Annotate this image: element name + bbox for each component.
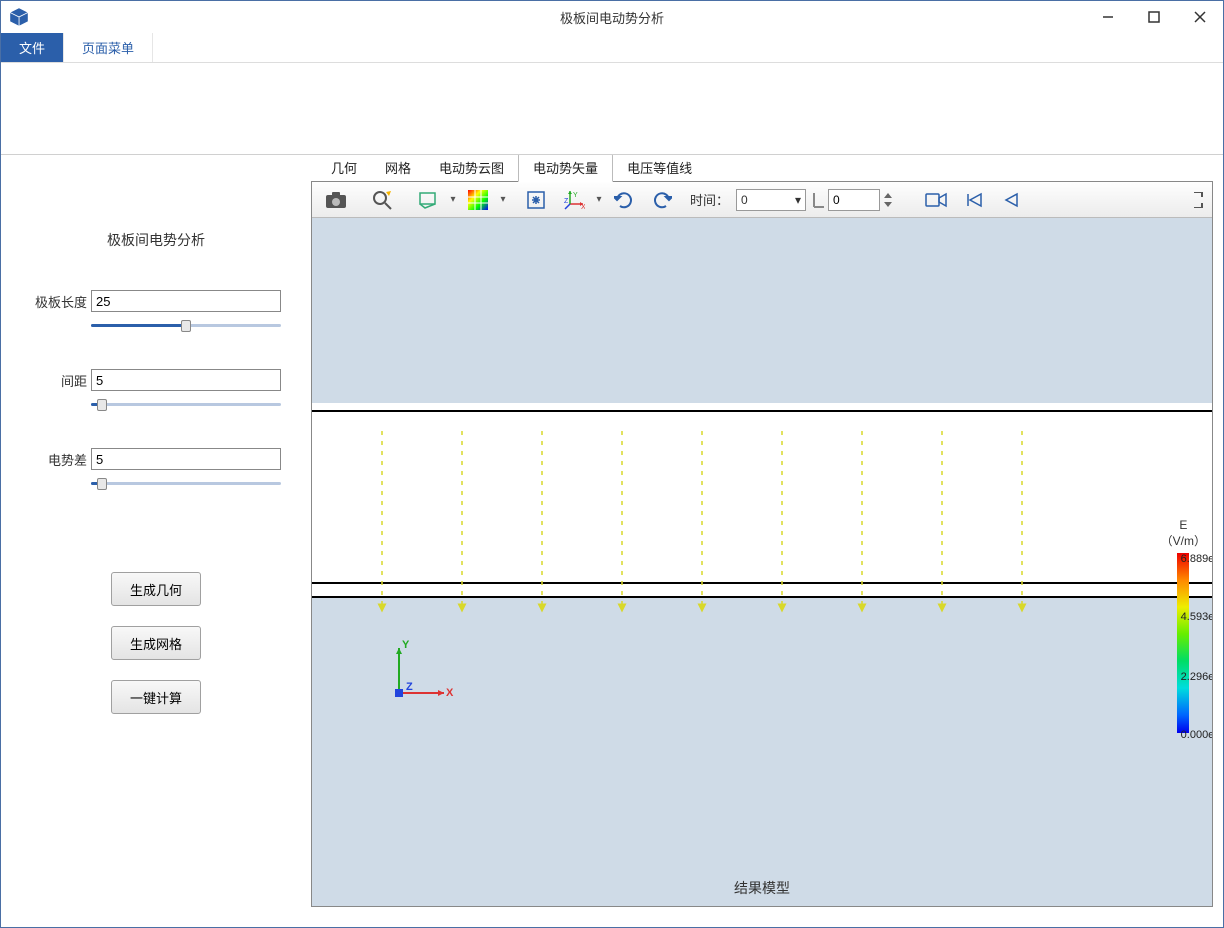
colorbar bbox=[1177, 553, 1189, 733]
param-plate-length: 极板长度 bbox=[31, 290, 281, 334]
gap-input[interactable] bbox=[91, 369, 281, 391]
spinner-icon[interactable] bbox=[882, 189, 894, 211]
chevron-down-icon[interactable]: ▾ bbox=[594, 194, 604, 205]
result-tabs: 几何 网格 电动势云图 电动势矢量 电压等值线 bbox=[311, 155, 1223, 181]
rotate-cw-button[interactable] bbox=[606, 185, 642, 215]
first-frame-button[interactable] bbox=[956, 185, 992, 215]
top-plate bbox=[312, 410, 1212, 412]
legend-tick-2: 2.296e+02 bbox=[1181, 671, 1212, 683]
tab-mesh[interactable]: 网格 bbox=[371, 155, 425, 181]
result-label: 结果模型 bbox=[734, 878, 790, 898]
zoom-button[interactable] bbox=[364, 185, 400, 215]
app-icon bbox=[7, 5, 31, 29]
titlebar: 极板间电动势分析 bbox=[1, 1, 1223, 33]
main-area: 几何 网格 电动势云图 电动势矢量 电压等值线 bbox=[311, 155, 1223, 927]
svg-text:Y: Y bbox=[573, 192, 578, 199]
ribbon-area bbox=[1, 63, 1223, 155]
upper-region bbox=[312, 218, 1212, 403]
window-buttons bbox=[1085, 1, 1223, 33]
viewer-toolbar: ▾ ▾ YX Z ▾ bbox=[312, 182, 1212, 218]
tab-geometry[interactable]: 几何 bbox=[317, 155, 371, 181]
sidebar-title: 极板间电势分析 bbox=[31, 230, 281, 250]
menubar: 文件 页面菜单 bbox=[1, 33, 1223, 63]
colormap-button[interactable] bbox=[460, 185, 496, 215]
app-window: 极板间电动势分析 文件 页面菜单 极板间电势分析 极板长度 bbox=[0, 0, 1224, 928]
fit-view-button[interactable] bbox=[518, 185, 554, 215]
legend-title-2: （V/m） bbox=[1161, 532, 1206, 549]
result-canvas[interactable]: X Y Z E （V/m） 6.889e+02 bbox=[312, 218, 1212, 906]
window-title: 极板间电动势分析 bbox=[560, 8, 664, 27]
plate-length-slider[interactable] bbox=[91, 318, 281, 334]
svg-text:X: X bbox=[446, 687, 454, 699]
svg-text:Y: Y bbox=[402, 639, 410, 651]
generate-mesh-button[interactable]: 生成网格 bbox=[111, 626, 201, 660]
gap-slider[interactable] bbox=[91, 397, 281, 413]
expand-icon[interactable] bbox=[1192, 185, 1206, 215]
potential-input[interactable] bbox=[91, 448, 281, 470]
screenshot-button[interactable] bbox=[318, 185, 354, 215]
minimize-button[interactable] bbox=[1085, 1, 1131, 33]
potential-label: 电势差 bbox=[31, 450, 91, 469]
menu-file[interactable]: 文件 bbox=[1, 33, 64, 62]
camera-record-button[interactable] bbox=[918, 185, 954, 215]
clip-button[interactable] bbox=[410, 185, 446, 215]
time-combo[interactable]: 0▾ bbox=[736, 189, 806, 211]
chevron-down-icon[interactable]: ▾ bbox=[448, 194, 458, 205]
legend-tick-0: 6.889e+02 bbox=[1181, 553, 1212, 565]
generate-geometry-button[interactable]: 生成几何 bbox=[111, 572, 201, 606]
plate-length-label: 极板长度 bbox=[31, 292, 91, 311]
rotate-ccw-button[interactable] bbox=[644, 185, 680, 215]
time-frame-input[interactable] bbox=[828, 189, 880, 211]
tab-emf-vector[interactable]: 电动势矢量 bbox=[518, 155, 613, 182]
viewer-frame: ▾ ▾ YXZ ▾ bbox=[311, 181, 1213, 907]
plate-length-input[interactable] bbox=[91, 290, 281, 312]
tab-emf-contour[interactable]: 电动势云图 bbox=[425, 155, 518, 181]
sidebar: 极板间电势分析 极板长度 间距 bbox=[1, 155, 311, 927]
prev-frame-button[interactable] bbox=[994, 185, 1030, 215]
close-button[interactable] bbox=[1177, 1, 1223, 33]
svg-text:Z: Z bbox=[564, 198, 569, 205]
menu-page[interactable]: 页面菜单 bbox=[64, 33, 153, 62]
svg-text:X: X bbox=[581, 204, 585, 211]
legend-title-1: E bbox=[1161, 518, 1206, 532]
legend-tick-3: 0.000e+00 bbox=[1181, 729, 1212, 741]
potential-slider[interactable] bbox=[91, 476, 281, 492]
step-separator-icon bbox=[808, 189, 826, 211]
svg-text:Z: Z bbox=[406, 681, 413, 693]
colorbar-legend: E （V/m） 6.889e+02 4.593e+02 2.296e+02 0.… bbox=[1161, 518, 1206, 733]
tab-voltage-iso[interactable]: 电压等值线 bbox=[613, 155, 706, 181]
axes-orient-button[interactable]: YX Z bbox=[556, 185, 592, 215]
chevron-down-icon: ▾ bbox=[795, 193, 801, 207]
time-label: 时间： bbox=[690, 190, 729, 209]
maximize-button[interactable] bbox=[1131, 1, 1177, 33]
param-potential: 电势差 bbox=[31, 448, 281, 492]
chevron-down-icon[interactable]: ▾ bbox=[498, 194, 508, 205]
field-vectors bbox=[312, 413, 1212, 613]
solve-button[interactable]: 一键计算 bbox=[111, 680, 201, 714]
gap-label: 间距 bbox=[31, 371, 91, 390]
legend-tick-1: 4.593e+02 bbox=[1181, 611, 1212, 623]
param-gap: 间距 bbox=[31, 369, 281, 413]
axis-triad: X Y Z bbox=[384, 638, 454, 708]
